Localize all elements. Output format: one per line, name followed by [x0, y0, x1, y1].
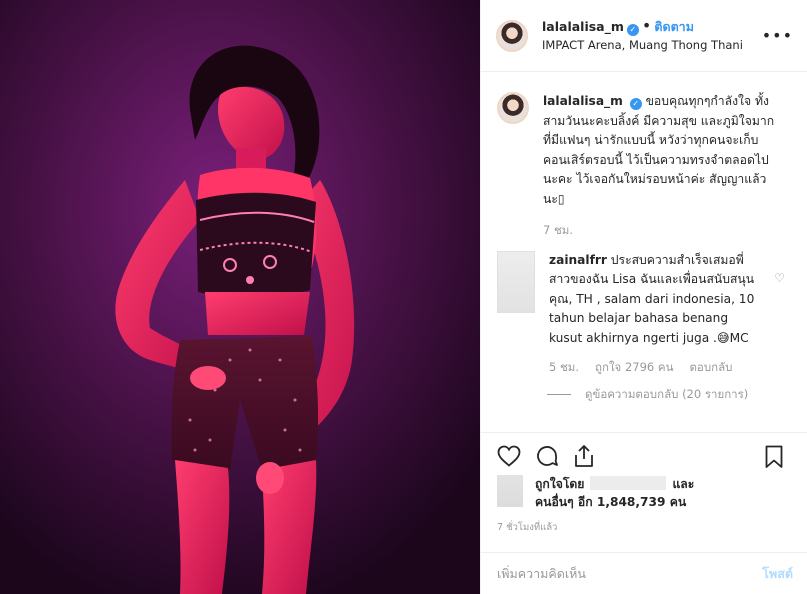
- caption-author-avatar[interactable]: [497, 92, 529, 124]
- post-comment-button[interactable]: โพสต์: [762, 564, 793, 584]
- bookmark-icon[interactable]: [765, 445, 783, 469]
- verified-badge-icon: ✓: [629, 98, 642, 110]
- comment-icon[interactable]: [535, 444, 559, 468]
- comment-meta: 5 ชม. ถูกใจ 2796 คน ตอบกลับ: [549, 358, 761, 378]
- commenter-avatar[interactable]: [497, 250, 535, 313]
- share-icon[interactable]: [573, 444, 595, 468]
- view-replies-label: ดูข้อความตอบกลับ (20 รายการ): [585, 386, 749, 401]
- performer-photo-illustration: [0, 0, 480, 594]
- comment-text-block: zainalfrr ประสบความสำเร็จเสมอพี่สาวของฉั…: [549, 251, 761, 349]
- caption-time[interactable]: 7 ชม.: [543, 221, 781, 241]
- post-details-panel: lalalalisa_m ✓ • ติดตาม IMPACT Arena, Muang…: [480, 0, 807, 594]
- liked-by-prefix: ถูกใจโดย: [535, 477, 585, 491]
- add-comment-input[interactable]: เพิ่มความคิดเห็น: [497, 564, 762, 584]
- caption-row: lalalalisa_m ✓ ขอบคุณทุกๆกำลังใจ ทั้งสาม…: [497, 92, 791, 241]
- more-options-icon[interactable]: •••: [762, 26, 793, 45]
- caption-text-block: lalalalisa_m ✓ ขอบคุณทุกๆกำลังใจ ทั้งสาม…: [543, 92, 781, 209]
- add-comment-bar: เพิ่มความคิดเห็น โพสต์: [481, 552, 807, 594]
- likes-and-label: และ: [672, 477, 695, 491]
- post-photo[interactable]: [0, 0, 480, 594]
- post-header: lalalalisa_m ✓ • ติดตาม IMPACT Arena, Muang…: [481, 0, 807, 72]
- comment-likes[interactable]: ถูกใจ 2796 คน: [595, 360, 673, 374]
- caption-username[interactable]: lalalalisa_m: [543, 94, 623, 108]
- separator-dot: •: [641, 16, 652, 35]
- header-text: lalalalisa_m ✓ • ติดตาม IMPACT Arena, Muang…: [542, 17, 743, 54]
- comment-username[interactable]: zainalfrr: [549, 253, 607, 267]
- post-actions-section: ถูกใจโดย และ คนอื่นๆ อีก 1,848,739 คน 7 ช…: [481, 432, 807, 535]
- verified-badge-icon: ✓: [626, 24, 639, 36]
- comment-row: zainalfrr ประสบความสำเร็จเสมอพี่สาวของฉั…: [497, 250, 791, 378]
- caption-text: ขอบคุณทุกๆกำลังใจ ทั้งสามวันนะคะบลิ้งค์ …: [543, 94, 775, 206]
- reply-button[interactable]: ตอบกลับ: [689, 360, 732, 374]
- likes-others-link[interactable]: คนอื่นๆ อีก 1,848,739 คน: [535, 495, 686, 509]
- comment-time[interactable]: 5 ชม.: [549, 360, 579, 374]
- author-username[interactable]: lalalalisa_m: [542, 19, 624, 34]
- likes-text: ถูกใจโดย และ คนอื่นๆ อีก 1,848,739 คน: [535, 475, 694, 511]
- comment-like-heart-icon[interactable]: ♡: [774, 271, 785, 285]
- heart-icon[interactable]: [497, 445, 521, 467]
- comments-section: lalalalisa_m ✓ ขอบคุณทุกๆกำลังใจ ทั้งสาม…: [481, 72, 807, 404]
- follow-button[interactable]: ติดตาม: [654, 19, 694, 34]
- liker-avatar[interactable]: [497, 475, 523, 507]
- instagram-post-modal: lalalalisa_m ✓ • ติดตาม IMPACT Arena, Muang…: [0, 0, 807, 594]
- comment-body: zainalfrr ประสบความสำเร็จเสมอพี่สาวของฉั…: [549, 251, 761, 378]
- replies-divider-line: [547, 393, 571, 395]
- action-bar: [481, 433, 807, 469]
- author-avatar[interactable]: [496, 19, 528, 52]
- likes-summary: ถูกใจโดย และ คนอื่นๆ อีก 1,848,739 คน: [481, 469, 807, 511]
- caption-body: lalalalisa_m ✓ ขอบคุณทุกๆกำลังใจ ทั้งสาม…: [543, 92, 781, 241]
- post-time-ago[interactable]: 7 ชั่วโมงที่แล้ว: [481, 511, 807, 535]
- view-replies-link[interactable]: ดูข้อความตอบกลับ (20 รายการ): [547, 386, 791, 404]
- post-location[interactable]: IMPACT Arena, Muang Thong Thani: [542, 36, 743, 54]
- liker-username-redacted[interactable]: [590, 476, 667, 490]
